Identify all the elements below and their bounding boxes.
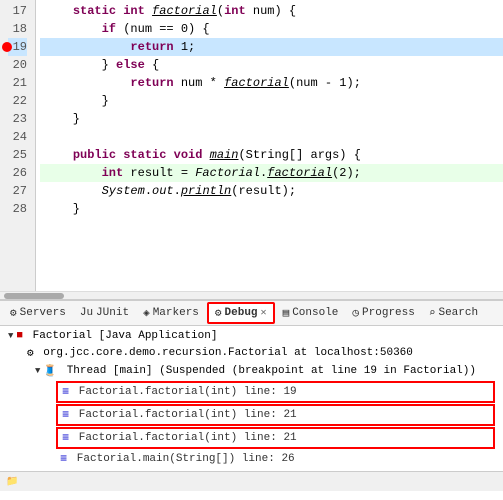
frame-icon-2: ≡ bbox=[62, 431, 69, 445]
tab-console[interactable]: ▤Console bbox=[277, 302, 345, 324]
servers-label: Servers bbox=[20, 307, 66, 319]
line-number-23: 23 bbox=[8, 110, 27, 128]
code-line-23: } bbox=[40, 110, 503, 128]
code-line-20: } else { bbox=[40, 56, 503, 74]
markers-label: Markers bbox=[153, 307, 199, 319]
app-icon: ■ bbox=[16, 330, 23, 342]
markers-icon: ◈ bbox=[143, 306, 150, 320]
line-number-20: 20 bbox=[8, 56, 27, 74]
line-number-24: 24 bbox=[8, 128, 27, 146]
tab-bar: ⚙ServersJuJUnit◈Markers⚙Debug✕▤Console◷P… bbox=[0, 300, 503, 326]
progress-icon: ◷ bbox=[352, 306, 359, 320]
stack-frame-2[interactable]: ≡ Factorial.factorial(int) line: 21 bbox=[56, 427, 495, 449]
stack-frame-1[interactable]: ≡ Factorial.factorial(int) line: 21 bbox=[56, 404, 495, 426]
status-bar: 📁 bbox=[0, 471, 503, 491]
code-line-28: } bbox=[40, 200, 503, 218]
console-label: Console bbox=[292, 307, 338, 319]
junit-label: JUnit bbox=[96, 307, 129, 319]
code-lines: static int factorial(int num) { if (num … bbox=[36, 0, 503, 291]
editor-area: 171819202122232425262728 static int fact… bbox=[0, 0, 503, 300]
frame-text-2: Factorial.factorial(int) line: 21 bbox=[72, 432, 296, 444]
line-number-25: 25 bbox=[8, 146, 27, 164]
code-line-17: static int factorial(int num) { bbox=[40, 2, 503, 20]
code-line-24 bbox=[40, 128, 503, 146]
debug-panel: ▼■ Factorial [Java Application]⚙ org.jcc… bbox=[0, 326, 503, 491]
debug-tree: ▼■ Factorial [Java Application]⚙ org.jcc… bbox=[0, 326, 503, 471]
app-label: Factorial [Java Application] bbox=[26, 330, 217, 342]
tab-search[interactable]: ⌕Search bbox=[423, 302, 484, 324]
debug-label: Debug bbox=[225, 307, 258, 319]
line-number-17: 17 bbox=[8, 2, 27, 20]
status-icon: 📁 bbox=[6, 476, 18, 488]
app-arrow: ▼ bbox=[8, 331, 13, 341]
tab-progress[interactable]: ◷Progress bbox=[346, 302, 420, 324]
console-icon: ▤ bbox=[283, 306, 290, 320]
line-number-26: 26 bbox=[8, 164, 27, 182]
thread-icon: 🧵 bbox=[43, 364, 57, 378]
debug-icon: ⚙ bbox=[215, 306, 222, 320]
stack-frame-0[interactable]: ≡ Factorial.factorial(int) line: 19 bbox=[56, 381, 495, 403]
scrollbar-thumb[interactable] bbox=[4, 293, 64, 299]
code-line-22: } bbox=[40, 92, 503, 110]
line-number-19: 19 bbox=[8, 38, 27, 56]
search-icon: ⌕ bbox=[429, 306, 436, 320]
line-number-27: 27 bbox=[8, 182, 27, 200]
progress-label: Progress bbox=[362, 307, 415, 319]
line-number-22: 22 bbox=[8, 92, 27, 110]
servers-icon: ⚙ bbox=[10, 306, 17, 320]
thread-arrow: ▼ bbox=[35, 366, 40, 376]
line-number-28: 28 bbox=[8, 200, 27, 218]
debug-close[interactable]: ✕ bbox=[261, 307, 267, 319]
code-line-27: System.out.println(result); bbox=[40, 182, 503, 200]
debug-process-node[interactable]: ⚙ org.jcc.core.demo.recursion.Factorial … bbox=[8, 344, 495, 362]
line-numbers: 171819202122232425262728 bbox=[0, 0, 36, 291]
line-number-21: 21 bbox=[8, 74, 27, 92]
frame-icon-0: ≡ bbox=[62, 385, 69, 399]
tab-servers[interactable]: ⚙Servers bbox=[4, 302, 72, 324]
thread-label: Thread [main] (Suspended (breakpoint at … bbox=[60, 365, 476, 377]
line-number-18: 18 bbox=[8, 20, 27, 38]
code-line-21: return num * factorial(num - 1); bbox=[40, 74, 503, 92]
code-line-25: public static void main(String[] args) { bbox=[40, 146, 503, 164]
proc-label: org.jcc.core.demo.recursion.Factorial at… bbox=[37, 347, 413, 359]
debug-thread-node[interactable]: ▼🧵 Thread [main] (Suspended (breakpoint … bbox=[8, 362, 495, 380]
junit-icon: Ju bbox=[80, 307, 93, 319]
debug-app-node[interactable]: ▼■ Factorial [Java Application] bbox=[8, 328, 495, 344]
stack-frame-3[interactable]: ≡ Factorial.main(String[]) line: 26 bbox=[56, 450, 495, 468]
editor-scrollbar[interactable] bbox=[0, 291, 503, 299]
frame-icon-3: ≡ bbox=[60, 452, 67, 466]
code-line-18: if (num == 0) { bbox=[40, 20, 503, 38]
frame-icon-1: ≡ bbox=[62, 408, 69, 422]
search-label: Search bbox=[438, 307, 478, 319]
tab-debug[interactable]: ⚙Debug✕ bbox=[207, 302, 275, 324]
frame-text-3: Factorial.main(String[]) line: 26 bbox=[70, 453, 294, 465]
proc-icon: ⚙ bbox=[27, 346, 34, 360]
tab-junit[interactable]: JuJUnit bbox=[74, 302, 135, 324]
code-line-26: int result = Factorial.factorial(2); bbox=[40, 164, 503, 182]
frame-text-0: Factorial.factorial(int) line: 19 bbox=[72, 386, 296, 398]
tab-markers[interactable]: ◈Markers bbox=[137, 302, 205, 324]
code-line-19: return 1; bbox=[40, 38, 503, 56]
frame-text-1: Factorial.factorial(int) line: 21 bbox=[72, 409, 296, 421]
